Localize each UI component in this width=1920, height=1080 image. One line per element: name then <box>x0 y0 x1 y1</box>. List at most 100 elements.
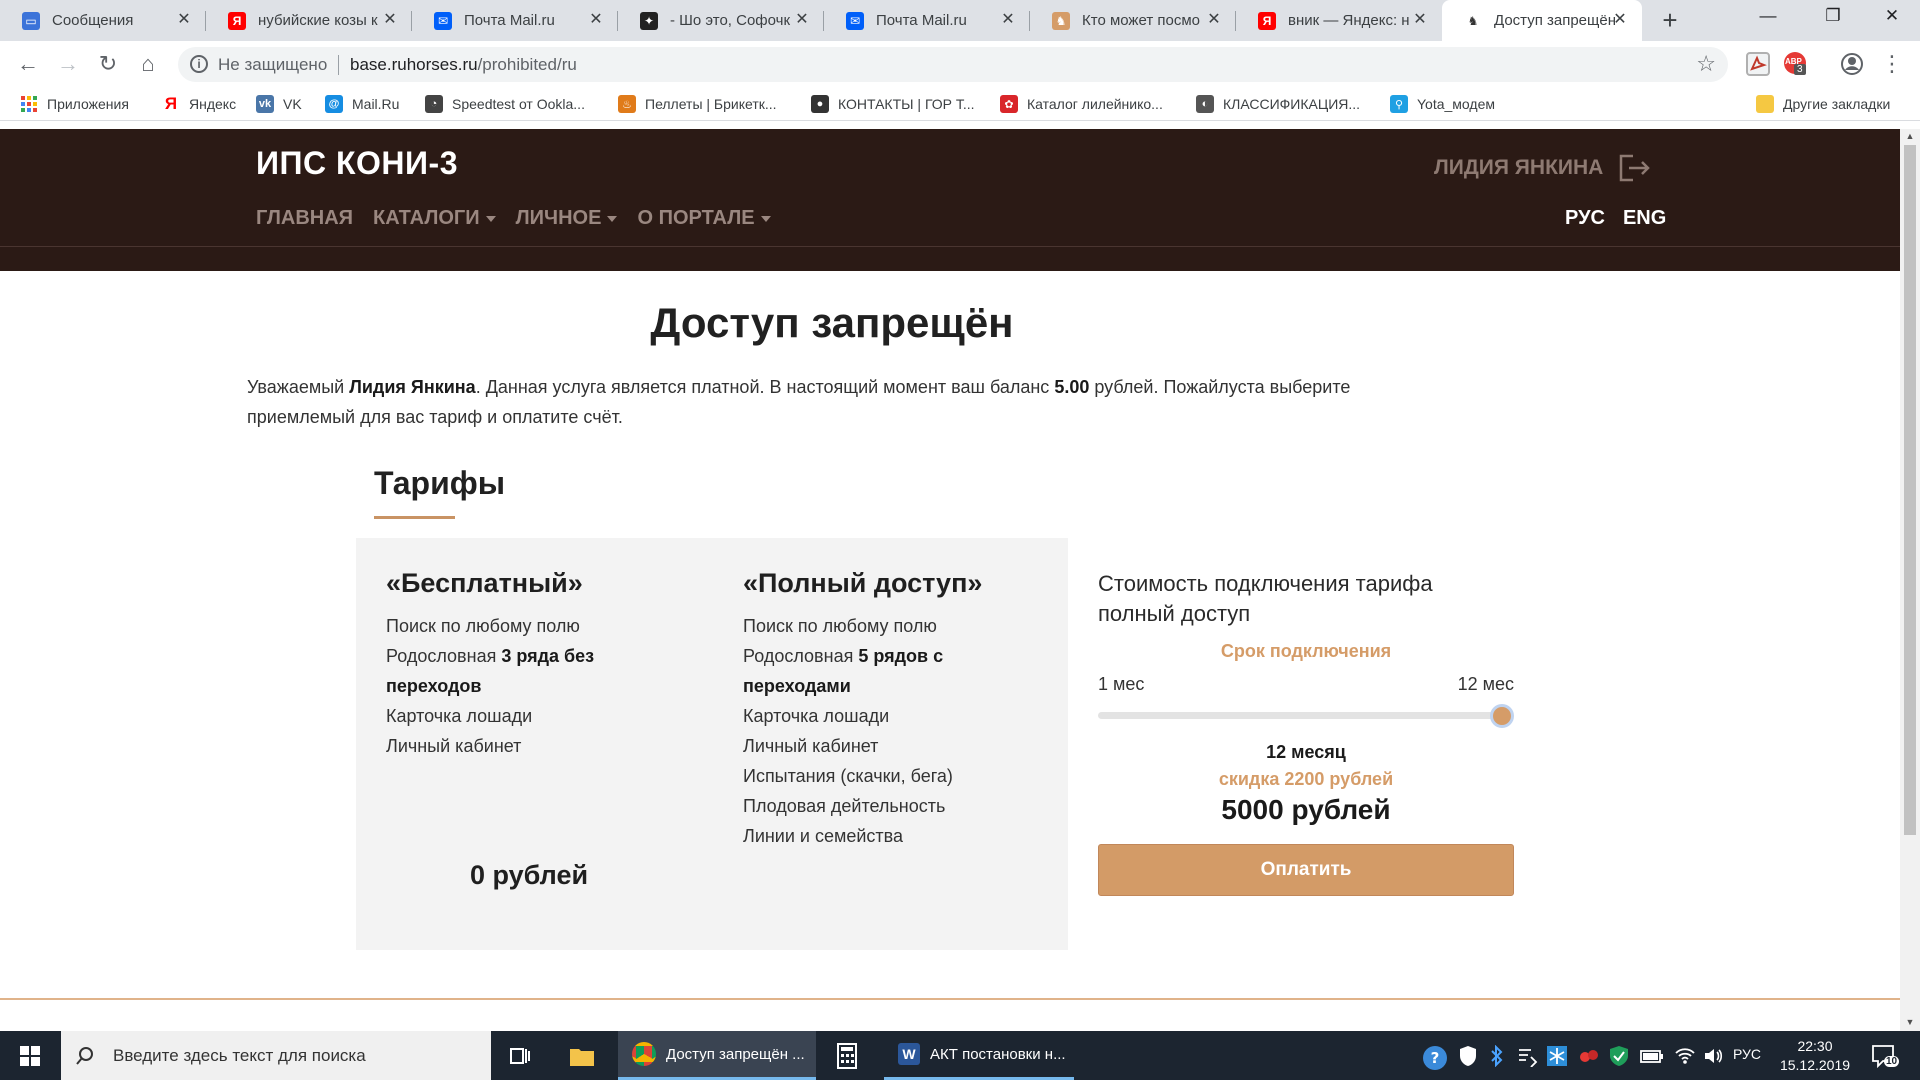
tab-title: вник — Яндекс: н <box>1288 12 1410 29</box>
help-tray-icon[interactable]: ? <box>1422 1045 1448 1074</box>
profile-avatar-icon[interactable] <box>1840 52 1864 76</box>
security-status[interactable]: Не защищено <box>218 55 327 75</box>
pellets-icon: ♨ <box>618 95 636 113</box>
start-button[interactable] <box>0 1031 60 1080</box>
lily-catalog-icon: ✿ <box>1000 95 1018 113</box>
bookmark-item[interactable]: vk VK <box>256 95 302 113</box>
input-language[interactable]: РУС <box>1733 1046 1761 1062</box>
taskbar-search[interactable]: Введите здесь текст для поиска <box>61 1031 491 1080</box>
browser-tab[interactable]: ✦ - Шо это, Софочк ✕ <box>618 0 824 41</box>
plan-features: Поиск по любому полю Родословная 3 ряда б… <box>386 611 686 761</box>
tab-close-icon[interactable]: ✕ <box>1206 12 1222 28</box>
nav-item-label: КАТАЛОГИ <box>373 207 480 229</box>
pay-button[interactable]: Оплатить <box>1098 844 1514 896</box>
slider-handle[interactable] <box>1490 704 1514 728</box>
nav-item[interactable]: ЛИЧНОЕ <box>516 207 618 230</box>
plan-feature: Линии и семейства <box>743 821 1043 851</box>
bookmark-item[interactable]: ♨ Пеллеты | Брикетк... <box>618 95 777 113</box>
page-scrollbar[interactable]: ▲ ▼ <box>1900 129 1920 1031</box>
task-view-icon[interactable] <box>505 1041 535 1071</box>
tab-close-icon[interactable]: ✕ <box>176 12 192 28</box>
kaspersky-tray-icon[interactable] <box>1608 1045 1630 1070</box>
volume-tray-icon[interactable] <box>1702 1045 1724 1070</box>
selected-term: 12 месяц <box>1266 742 1346 762</box>
intro-user-name: Лидия Янкина <box>349 377 476 397</box>
tab-close-icon[interactable]: ✕ <box>794 12 810 28</box>
tab-close-icon[interactable]: ✕ <box>1000 12 1016 28</box>
nav-item[interactable]: ГЛАВНАЯ <box>256 207 353 230</box>
nav-item[interactable]: КАТАЛОГИ <box>373 207 496 230</box>
bookmark-item[interactable]: Я Яндекс <box>162 94 236 113</box>
calculator-icon[interactable] <box>832 1041 862 1071</box>
wifi-tray-icon[interactable] <box>1674 1045 1696 1070</box>
defender-tray-icon[interactable] <box>1458 1045 1478 1070</box>
pdf-extension-icon[interactable] <box>1746 52 1770 76</box>
caret-down-icon <box>485 215 496 222</box>
notifications-icon[interactable]: 10 <box>1870 1042 1900 1073</box>
browser-menu-icon[interactable]: ⋮ <box>1878 51 1906 79</box>
url-text[interactable]: base.ruhorses.ru/prohibited/ru <box>350 55 577 75</box>
browser-tab[interactable]: Явник — Яндекс: н ✕ <box>1236 0 1442 41</box>
tab-close-icon[interactable]: ✕ <box>588 12 604 28</box>
tab-favicon-icon: ✦ <box>640 11 658 30</box>
tab-close-icon[interactable]: ✕ <box>382 12 398 28</box>
red-app-tray-icon[interactable] <box>1578 1045 1600 1070</box>
tab-close-icon[interactable]: ✕ <box>1612 12 1628 28</box>
file-explorer-icon[interactable] <box>567 1041 597 1071</box>
logout-icon[interactable] <box>1617 153 1651 183</box>
bookmark-item[interactable]: @ Mail.Ru <box>325 95 399 113</box>
minimize-window-button[interactable]: — <box>1748 6 1788 26</box>
scroll-down-arrow-icon[interactable]: ▼ <box>1904 1017 1916 1027</box>
browser-tab[interactable]: ✉ Почта Mail.ru ✕ <box>412 0 618 41</box>
browser-tab[interactable]: ♞ Кто может посмо ✕ <box>1030 0 1236 41</box>
battery-tray-icon[interactable] <box>1640 1045 1664 1070</box>
browser-tab[interactable]: ✉ Почта Mail.ru ✕ <box>824 0 1030 41</box>
intro-text-1: Уважаемый <box>247 377 350 397</box>
scroll-up-arrow-icon[interactable]: ▲ <box>1904 131 1916 141</box>
slider-track[interactable] <box>1098 712 1502 719</box>
nav-item[interactable]: О ПОРТАЛЕ <box>637 207 771 230</box>
language-option[interactable]: ENG <box>1623 207 1666 230</box>
tab-favicon-icon: ♞ <box>1464 11 1482 30</box>
info-icon[interactable]: i <box>190 55 208 73</box>
taskbar-app-chrome[interactable]: Доступ запрещён ... <box>618 1031 816 1080</box>
bookmark-item[interactable]: ◐ КЛАССИФИКАЦИЯ... <box>1196 95 1360 113</box>
plan-feature-text: Плодовая дейтельность <box>743 796 946 816</box>
term-slider[interactable] <box>1098 702 1514 728</box>
new-tab-button[interactable]: + <box>1656 7 1684 35</box>
bookmark-item[interactable]: Приложения <box>20 95 129 113</box>
user-account-link[interactable]: ЛИДИЯ ЯНКИНА <box>1434 153 1651 183</box>
maximize-window-button[interactable]: ❐ <box>1813 6 1853 26</box>
bookmark-label: Приложения <box>47 96 129 112</box>
other-bookmarks[interactable]: Другие закладки <box>1756 95 1890 113</box>
taskbar-app-word[interactable]: W АКТ постановки н... <box>884 1031 1074 1080</box>
tab-close-icon[interactable]: ✕ <box>1412 12 1428 28</box>
apps-grid-icon <box>20 95 38 113</box>
tab-favicon-icon: ♞ <box>1052 11 1070 30</box>
site-logo[interactable]: ИПС КОНИ-3 <box>256 145 458 182</box>
bluetooth-tray-icon[interactable] <box>1490 1044 1504 1070</box>
snowflake-tray-icon[interactable] <box>1546 1045 1568 1070</box>
scrollbar-thumb[interactable] <box>1904 145 1916 835</box>
bookmark-item[interactable]: ● КОНТАКТЫ | ГОР Т... <box>811 95 975 113</box>
taskbar-app-title: Доступ запрещён ... <box>666 1045 805 1063</box>
browser-tab[interactable]: ▭ Сообщения ✕ <box>0 0 206 41</box>
bookmark-item[interactable]: ⚲ Yota_модем <box>1390 95 1495 113</box>
browser-tab[interactable]: Янубийские козы к ✕ <box>206 0 412 41</box>
home-button[interactable]: ⌂ <box>134 51 162 79</box>
system-clock[interactable]: 22:30 15.12.2019 <box>1770 1037 1860 1075</box>
speedtest-icon: ◔ <box>425 95 443 113</box>
browser-tab[interactable]: ♞ Доступ запрещён ✕ <box>1442 0 1642 41</box>
notifications-count: 10 <box>1884 1056 1900 1067</box>
close-window-button[interactable]: ✕ <box>1872 6 1912 26</box>
back-button[interactable]: ← <box>14 51 42 79</box>
language-option[interactable]: РУС <box>1565 207 1605 230</box>
bookmark-item[interactable]: ✿ Каталог лилейнико... <box>1000 95 1163 113</box>
network-activity-tray-icon[interactable] <box>1516 1045 1538 1070</box>
reload-button[interactable]: ↻ <box>94 51 122 79</box>
bookmark-item[interactable]: ◔ Speedtest от Ookla... <box>425 95 585 113</box>
adblock-extension-icon[interactable]: ABP 3 <box>1784 52 1806 75</box>
bookmark-star-icon[interactable]: ☆ <box>1696 51 1716 77</box>
forward-button[interactable]: → <box>54 51 82 79</box>
address-bar[interactable]: i Не защищено base.ruhorses.ru/prohibite… <box>178 47 1728 82</box>
